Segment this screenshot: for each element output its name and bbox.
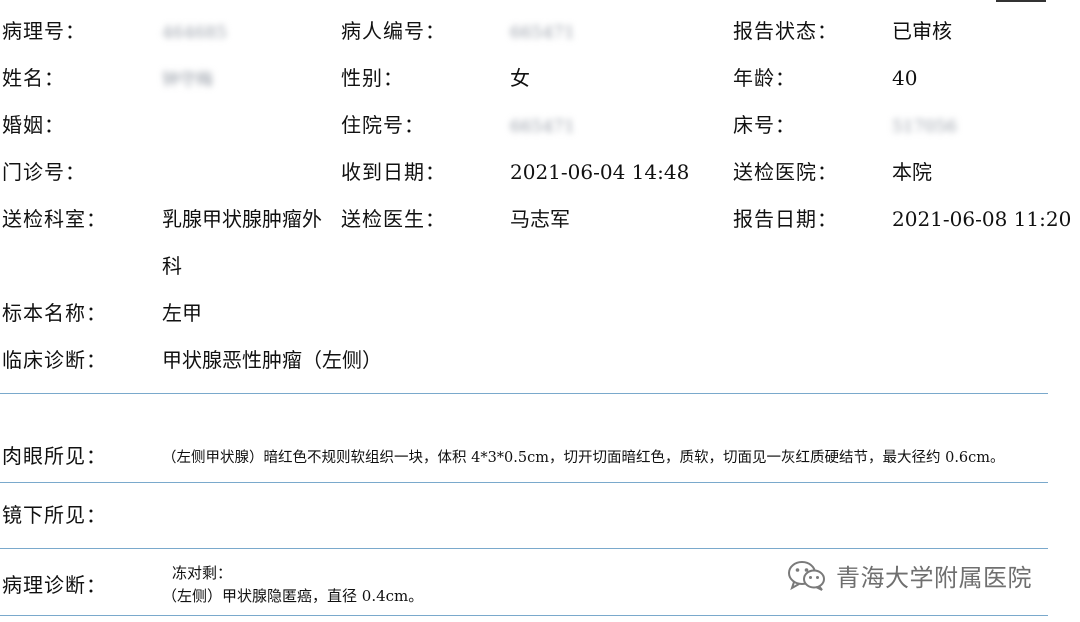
divider bbox=[0, 615, 1048, 616]
department-label: 送检科室： bbox=[2, 207, 107, 231]
pathology-no-value: 464685 bbox=[162, 23, 227, 43]
gross-text: （左侧甲状腺）暗红色不规则软组织一块，体积 4*3*0.5cm，切开切面暗红色，… bbox=[162, 450, 1005, 466]
gross-label: 肉眼所见： bbox=[2, 444, 107, 468]
top-edge-line bbox=[996, 0, 1046, 2]
report-date-label: 报告日期： bbox=[733, 207, 838, 231]
patient-no-value: 665471 bbox=[510, 23, 575, 43]
clinical-diagnosis-value: 甲状腺恶性肿瘤（左侧） bbox=[162, 348, 382, 372]
inpatient-no-value: 665471 bbox=[510, 117, 575, 137]
wechat-icon bbox=[788, 561, 825, 591]
inpatient-no-label: 住院号： bbox=[341, 113, 425, 137]
pathology-no-label: 病理号： bbox=[2, 19, 86, 43]
outpatient-no-label: 门诊号： bbox=[2, 160, 86, 184]
divider bbox=[0, 393, 1048, 394]
hospital-value: 本院 bbox=[892, 160, 932, 184]
diagnosis-line2: （左侧）甲状腺隐匿癌，直径 0.4cm。 bbox=[162, 587, 424, 605]
received-date-value: 2021-06-04 14:48 bbox=[510, 160, 690, 184]
diagnosis-label: 病理诊断： bbox=[2, 573, 107, 597]
received-date-label: 收到日期： bbox=[341, 160, 446, 184]
report-status-value: 已审核 bbox=[892, 19, 952, 43]
report-status-label: 报告状态： bbox=[733, 19, 838, 43]
report-date-value: 2021-06-08 11:20 bbox=[892, 207, 1072, 231]
microscopic-label: 镜下所见： bbox=[2, 503, 107, 527]
clinical-diagnosis-label: 临床诊断： bbox=[2, 348, 107, 372]
doctor-label: 送检医生： bbox=[341, 207, 446, 231]
specimen-value: 左甲 bbox=[162, 301, 202, 325]
specimen-label: 标本名称： bbox=[2, 301, 107, 325]
divider bbox=[0, 548, 1048, 549]
doctor-value: 马志军 bbox=[510, 207, 570, 231]
patient-no-label: 病人编号： bbox=[341, 19, 446, 43]
age-label: 年龄： bbox=[733, 66, 796, 90]
diagnosis-line1: 冻对剩： bbox=[172, 564, 233, 582]
hospital-label: 送检医院： bbox=[733, 160, 838, 184]
watermark: 青海大学附属医院 bbox=[786, 557, 1048, 593]
bed-no-label: 床号： bbox=[733, 113, 796, 137]
bed-no-value: 517056 bbox=[892, 117, 957, 137]
gender-value: 女 bbox=[510, 66, 530, 90]
watermark-text: 青海大学附属医院 bbox=[836, 563, 1032, 592]
name-value: 钟守梅 bbox=[162, 70, 213, 90]
age-value: 40 bbox=[892, 66, 918, 90]
name-label: 姓名： bbox=[2, 66, 65, 90]
department-value: 乳腺甲状腺肿瘤外科 bbox=[162, 207, 322, 278]
marital-label: 婚姻： bbox=[2, 113, 65, 137]
divider bbox=[0, 482, 1048, 483]
gender-label: 性别： bbox=[341, 66, 404, 90]
